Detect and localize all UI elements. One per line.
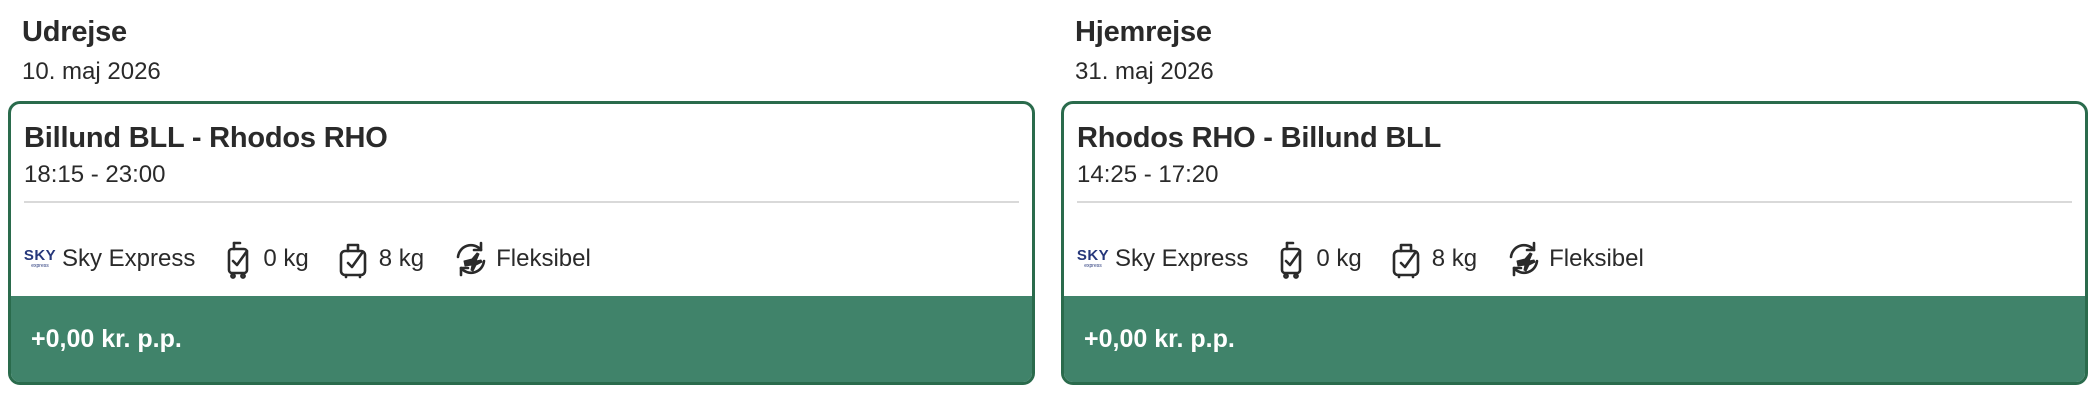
checked-bag-icon	[1392, 243, 1420, 279]
flight-times: 18:15 - 23:00	[24, 161, 166, 188]
route: Rhodos RHO - Billund BLL	[1077, 122, 1442, 154]
airline-logo: SKY express	[23, 247, 57, 269]
airline-name: Sky Express	[1115, 245, 1249, 272]
leg-heading: Udrejse	[22, 16, 127, 48]
checked-weight: 8 kg	[1431, 245, 1478, 272]
airline-name: Sky Express	[62, 245, 196, 272]
carry-on-baggage: 0 kg	[1278, 239, 1362, 279]
flight-features: SKY express Sky Express 0 kg 8 kg Fleksi…	[1077, 234, 1644, 284]
price-label: +0,00 kr. p.p.	[1084, 324, 1235, 353]
flight-card-outbound[interactable]: Billund BLL - Rhodos RHO 18:15 - 23:00 S…	[8, 101, 1035, 385]
checked-baggage: 8 kg	[1390, 239, 1477, 279]
flex-label: Fleksibel	[1549, 245, 1644, 272]
carry-on-bag-icon	[228, 241, 249, 279]
carry-on-weight: 0 kg	[263, 245, 309, 272]
carry-on-baggage: 0 kg	[225, 239, 309, 279]
divider	[24, 201, 1019, 203]
route: Billund BLL - Rhodos RHO	[24, 122, 388, 154]
leg-heading: Hjemrejse	[1075, 16, 1212, 48]
flight-summary: Udrejse 10. maj 2026 Billund BLL - Rhodo…	[0, 0, 2100, 400]
flexible-ticket: Fleksibel	[1505, 239, 1644, 279]
flight-times: 14:25 - 17:20	[1077, 161, 1219, 188]
price-label: +0,00 kr. p.p.	[31, 324, 182, 353]
checked-baggage: 8 kg	[337, 239, 424, 279]
flight-card-return[interactable]: Rhodos RHO - Billund BLL 14:25 - 17:20 S…	[1061, 101, 2088, 385]
leg-date: 10. maj 2026	[22, 58, 161, 85]
price-bar[interactable]: +0,00 kr. p.p.	[1064, 296, 2085, 382]
flexible-ticket: Fleksibel	[452, 239, 591, 279]
price-bar[interactable]: +0,00 kr. p.p.	[11, 296, 1032, 382]
airline-logo: SKY express	[1076, 247, 1110, 269]
divider	[1077, 201, 2072, 203]
carry-on-bag-icon	[1281, 241, 1302, 279]
flex-label: Fleksibel	[496, 245, 591, 272]
flight-features: SKY express Sky Express 0 kg 8 kg Fleksi…	[24, 234, 591, 284]
flexible-ticket-icon	[456, 241, 486, 277]
leg-date: 31. maj 2026	[1075, 58, 1214, 85]
carry-on-weight: 0 kg	[1316, 245, 1362, 272]
flexible-ticket-icon	[1509, 241, 1539, 277]
checked-bag-icon	[339, 243, 367, 279]
checked-weight: 8 kg	[378, 245, 425, 272]
